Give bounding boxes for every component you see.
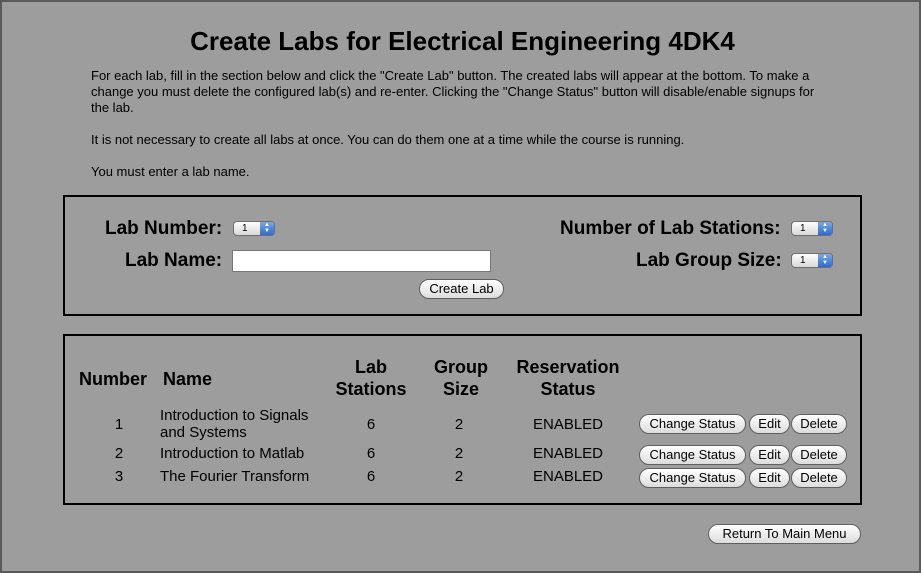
cell-number: 1 — [114, 416, 124, 433]
change-status-button[interactable]: Change Status — [639, 468, 746, 488]
cell-lab-stations: 6 — [366, 468, 376, 485]
labs-table: Number Name Lab Stations Group Size Rese… — [63, 334, 862, 505]
cell-name: The Fourier Transform — [160, 468, 310, 485]
lab-stations-select[interactable]: 1 ▲ ▼ — [791, 221, 833, 236]
cell-group-size: 2 — [454, 416, 464, 433]
return-to-main-menu-button[interactable]: Return To Main Menu — [708, 524, 861, 544]
column-header-name: Name — [163, 369, 213, 389]
lab-name-label: Lab Name: — [125, 250, 223, 271]
cell-reservation-status: ENABLED — [532, 445, 604, 462]
page-title: Create Labs for Electrical Engineering 4… — [190, 26, 735, 56]
group-size-label: Lab Group Size: — [636, 250, 782, 271]
column-header-group-size: Group Size — [434, 357, 488, 399]
updown-arrows-icon: ▲ ▼ — [818, 254, 832, 267]
column-header-lab-stations: Lab Stations — [335, 357, 407, 399]
instruction-paragraph: It is not necessary to create all labs a… — [91, 132, 685, 147]
lab-number-select[interactable]: 1 ▲ ▼ — [233, 221, 275, 236]
cell-group-size: 2 — [454, 468, 464, 485]
lab-number-value: 1 — [242, 223, 248, 234]
lab-number-label: Lab Number: — [105, 218, 223, 239]
delete-button[interactable]: Delete — [791, 445, 847, 465]
group-size-value: 1 — [800, 255, 806, 266]
updown-arrows-icon: ▲ ▼ — [818, 222, 832, 235]
edit-button[interactable]: Edit — [749, 445, 790, 465]
edit-button[interactable]: Edit — [749, 414, 790, 434]
cell-group-size: 2 — [454, 445, 464, 462]
delete-button[interactable]: Delete — [791, 414, 847, 434]
create-lab-form: Lab Number: 1 ▲ ▼ Lab Name: Number of Lab… — [63, 195, 862, 316]
instructions: For each lab, fill in the section below … — [91, 68, 831, 196]
column-header-reservation-status: Reservation Status — [516, 357, 620, 399]
change-status-button[interactable]: Change Status — [639, 414, 746, 434]
cell-lab-stations: 6 — [366, 445, 376, 462]
cell-reservation-status: ENABLED — [532, 468, 604, 485]
updown-arrows-icon: ▲ ▼ — [260, 222, 274, 235]
change-status-button[interactable]: Change Status — [639, 445, 746, 465]
instruction-paragraph: For each lab, fill in the section below … — [91, 68, 815, 115]
cell-lab-stations: 6 — [366, 416, 376, 433]
cell-name: Introduction to Matlab — [160, 445, 305, 462]
cell-number: 3 — [114, 468, 124, 485]
lab-stations-value: 1 — [800, 223, 806, 234]
delete-button[interactable]: Delete — [791, 468, 847, 488]
cell-reservation-status: ENABLED — [532, 416, 604, 433]
instruction-paragraph: You must enter a lab name. — [91, 164, 250, 179]
cell-number: 2 — [114, 445, 124, 462]
lab-name-input[interactable] — [232, 250, 491, 272]
create-lab-button[interactable]: Create Lab — [419, 279, 504, 299]
cell-name: Introduction to Signals and Systems — [160, 407, 309, 441]
lab-stations-label: Number of Lab Stations: — [560, 218, 781, 239]
column-header-number: Number — [79, 369, 148, 389]
group-size-select[interactable]: 1 ▲ ▼ — [791, 253, 833, 268]
edit-button[interactable]: Edit — [749, 468, 790, 488]
